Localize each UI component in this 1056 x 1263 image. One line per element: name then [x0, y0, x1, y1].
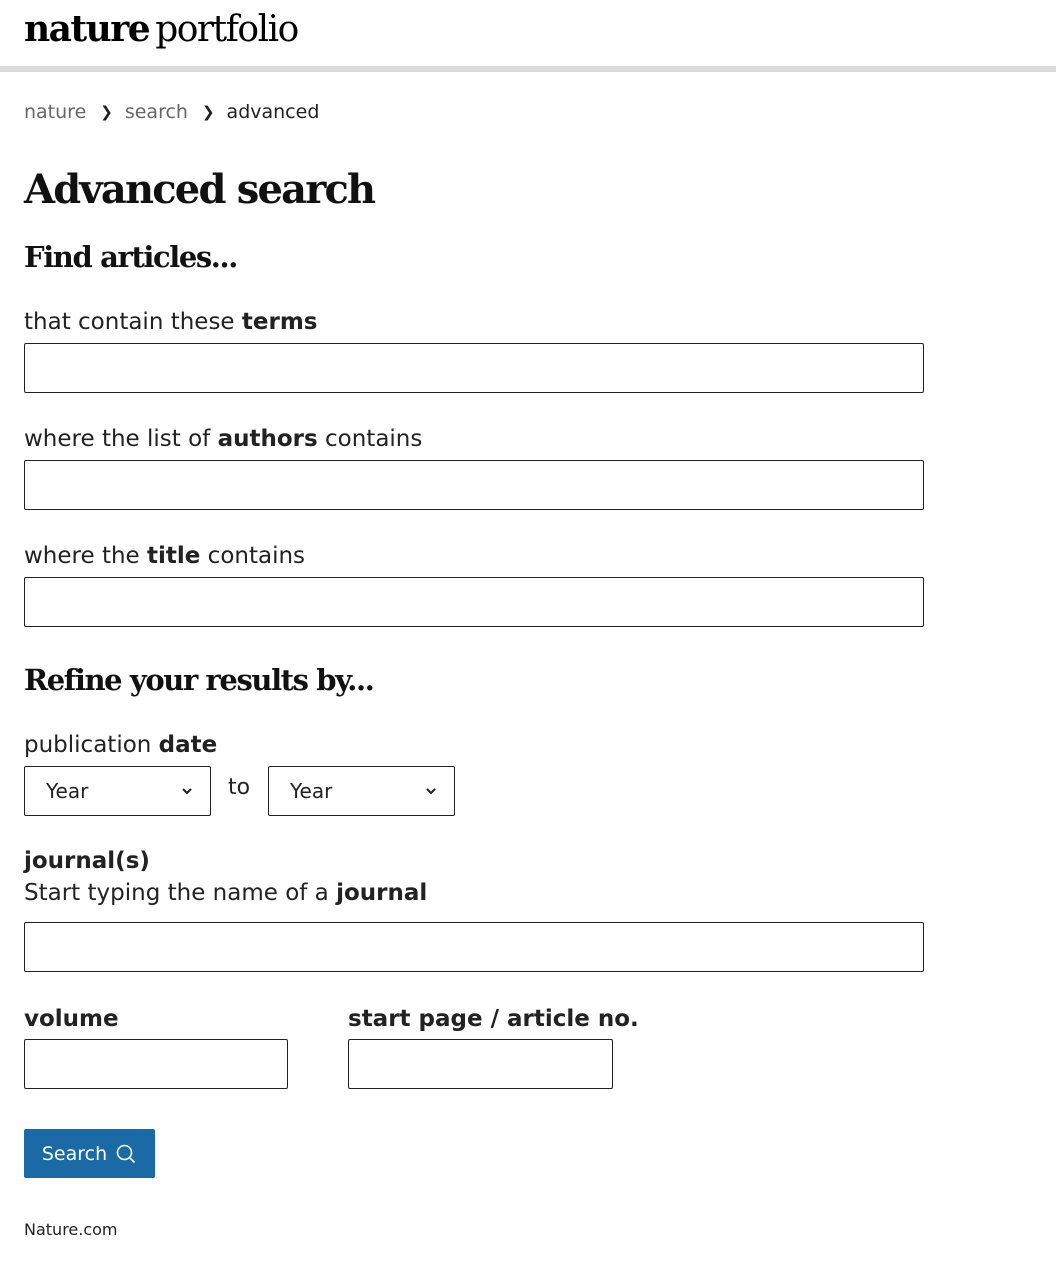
page-title: Advanced search: [24, 166, 376, 213]
publication-date-label: publication date: [24, 732, 218, 758]
breadcrumb-nature[interactable]: nature: [24, 101, 86, 123]
journals-heading: journal(s): [24, 848, 150, 874]
title-input[interactable]: [24, 577, 924, 627]
title-label: where the title contains: [24, 543, 306, 569]
authors-label: where the list of authors contains: [24, 426, 423, 452]
terms-label: that contain these terms: [24, 309, 318, 335]
journal-label: Start typing the name of a journal: [24, 880, 428, 906]
start-page-input[interactable]: [348, 1039, 613, 1089]
find-articles-heading: Find articles...: [24, 240, 238, 274]
refine-results-heading: Refine your results by...: [24, 663, 375, 697]
year-from-select[interactable]: Year: [24, 766, 211, 816]
breadcrumb: nature ❯ search ❯ advanced: [24, 101, 319, 123]
search-button-label: Search: [41, 1142, 108, 1165]
terms-input[interactable]: [24, 343, 924, 393]
volume-label: volume: [24, 1006, 119, 1032]
chevron-right-icon: ❯: [201, 103, 215, 121]
search-button[interactable]: Search: [24, 1129, 155, 1178]
year-to-value: Year: [290, 779, 333, 803]
breadcrumb-search[interactable]: search: [125, 101, 188, 123]
chevron-right-icon: ❯: [100, 103, 113, 121]
year-from-value: Year: [46, 779, 89, 803]
chevron-down-icon: [426, 788, 436, 795]
start-page-label: start page / article no.: [348, 1006, 639, 1032]
nature-portfolio-logo[interactable]: nature portfolio: [24, 8, 299, 50]
volume-input[interactable]: [24, 1039, 288, 1089]
breadcrumb-advanced: advanced: [226, 101, 320, 123]
authors-input[interactable]: [24, 460, 924, 510]
chevron-down-icon: [182, 788, 192, 795]
journal-input[interactable]: [24, 922, 924, 972]
year-to-select[interactable]: Year: [268, 766, 455, 816]
site-header: nature portfolio: [0, 0, 1056, 72]
footer-link[interactable]: Nature.com: [24, 1220, 118, 1239]
to-label: to: [228, 775, 251, 800]
search-icon: [116, 1144, 136, 1163]
